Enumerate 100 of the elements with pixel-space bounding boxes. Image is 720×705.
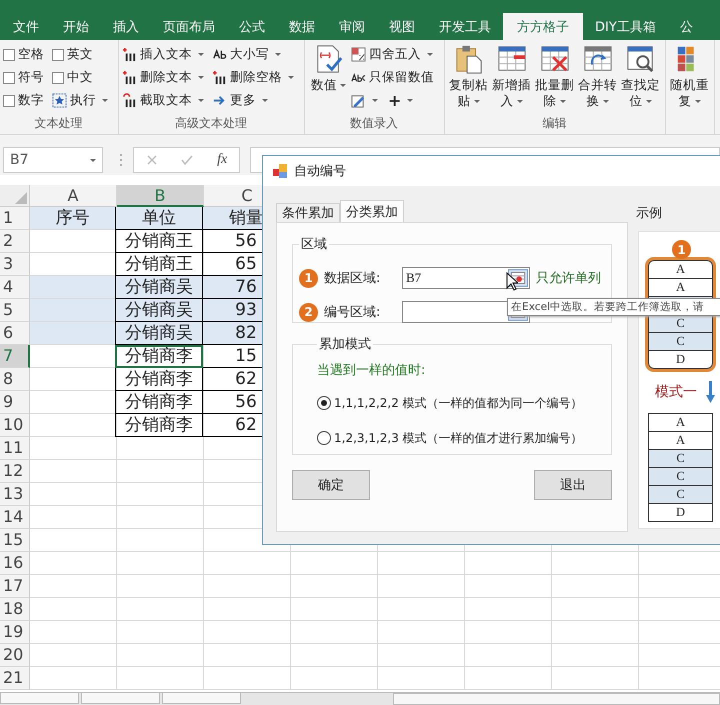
group-title: 区域: [300, 236, 328, 253]
ribbon-button[interactable]: 执行: [52, 90, 108, 111]
table-cell: 单位: [115, 207, 203, 230]
row-header[interactable]: 10: [0, 414, 30, 437]
row-header[interactable]: 9: [0, 391, 30, 414]
row-header[interactable]: 17: [0, 575, 30, 598]
table-cell: 序号: [30, 207, 116, 230]
row-header[interactable]: 11: [0, 437, 30, 460]
ribbon-tab[interactable]: 数据: [277, 13, 327, 40]
ribbon-tab[interactable]: 视图: [377, 13, 427, 40]
ribbon-button[interactable]: 只保留数值: [351, 67, 434, 88]
group-label: 数值录入: [349, 115, 399, 132]
column-header[interactable]: B: [117, 185, 204, 207]
ribbon-button[interactable]: 随机重复: [669, 42, 710, 113]
column-header[interactable]: A: [30, 185, 117, 207]
row-header[interactable]: 2: [0, 230, 30, 253]
ribbon-tab[interactable]: 审阅: [327, 13, 377, 40]
section-title: 示例: [636, 205, 663, 219]
insert-function-button[interactable]: fx: [217, 152, 228, 168]
ribbon-button[interactable]: 批量删除: [534, 42, 575, 113]
group-title: 累加模式: [318, 336, 372, 353]
prompt-text: 当遇到一样的值时:: [317, 362, 426, 379]
table-cell: 分销商吴: [115, 276, 203, 299]
radio-option[interactable]: 1,1,1,2,2,2 模式（一样的值都为同一个编号）: [317, 393, 611, 413]
ribbon-button[interactable]: 大小写: [212, 44, 294, 65]
ribbon-button[interactable]: 新增插入: [491, 42, 532, 113]
ribbon-tab[interactable]: 公式: [227, 13, 277, 40]
row-header[interactable]: 16: [0, 552, 30, 575]
group-label: 高级文本处理: [174, 115, 248, 132]
row-header[interactable]: 6: [0, 322, 30, 345]
checkbox[interactable]: 英文: [52, 46, 108, 63]
table-cell-text: D: [674, 504, 686, 521]
ribbon-button[interactable]: 删除文本: [122, 67, 204, 88]
table-cell: 分销商李: [115, 391, 203, 414]
ribbon-tab[interactable]: 公: [668, 13, 705, 40]
ribbon-button[interactable]: 合并转换: [577, 42, 618, 113]
ribbon-button[interactable]: 删除空格: [212, 67, 294, 88]
row-header[interactable]: 15: [0, 529, 30, 552]
row-header[interactable]: 3: [0, 253, 30, 276]
table-cell: 分销商李: [115, 414, 203, 437]
radio-option[interactable]: 1,2,3,1,2,3 模式（一样的值才进行累加编号）: [317, 428, 611, 448]
table-cell-text: D: [674, 351, 686, 368]
number-badge: 1: [299, 268, 318, 288]
tooltip: 在Excel中选取。若要跨工作簿选取，请: [507, 298, 720, 316]
ribbon-tab[interactable]: 插入: [101, 13, 151, 40]
row-header[interactable]: 1: [0, 207, 30, 230]
table-cell: C: [649, 315, 712, 333]
ribbon-button[interactable]: +: [388, 90, 414, 111]
name-box[interactable]: B7: [3, 147, 103, 173]
ribbon-tab[interactable]: 开始: [51, 13, 101, 40]
ribbon-button[interactable]: 查找定位: [620, 42, 661, 113]
dialog-button[interactable]: 确定: [292, 470, 370, 500]
field-label: 数据区域:: [324, 270, 382, 287]
field-label: 编号区域:: [324, 304, 382, 321]
group-label: 文本处理: [34, 115, 84, 132]
row-header[interactable]: 5: [0, 299, 30, 322]
ribbon-button[interactable]: 截取文本: [122, 90, 204, 111]
table-cell: 分销商吴: [115, 299, 203, 322]
tab[interactable]: 分类累加: [340, 200, 404, 222]
dialog-button[interactable]: 退出: [534, 470, 612, 500]
row-header[interactable]: 21: [0, 667, 30, 690]
tab[interactable]: 条件累加: [276, 203, 340, 222]
number-badge: 1: [672, 240, 691, 259]
window-title: 自动编号: [294, 163, 346, 180]
ribbon-tab[interactable]: 方方格子: [503, 13, 583, 40]
checkbox[interactable]: 中文: [52, 69, 108, 86]
ribbon-tab[interactable]: 文件: [1, 13, 51, 40]
checkbox[interactable]: 数字: [3, 92, 44, 109]
ribbon-tab[interactable]: DIY工具箱: [583, 13, 668, 40]
ribbon-tab[interactable]: 开发工具: [427, 13, 503, 40]
number-badge: 2: [299, 302, 318, 322]
ribbon-tab[interactable]: 页面布局: [151, 13, 227, 40]
row-header[interactable]: 13: [0, 483, 30, 506]
row-header[interactable]: 8: [0, 368, 30, 391]
table-cell: 分销商王: [115, 230, 203, 253]
table-cell: A: [649, 261, 712, 279]
row-header[interactable]: 12: [0, 460, 30, 483]
group-label: 编辑: [542, 115, 568, 132]
mode-label: 模式一: [655, 383, 697, 401]
checkbox[interactable]: 符号: [3, 69, 44, 86]
table-cell: C: [649, 486, 712, 504]
ribbon-button[interactable]: 复制粘贴: [448, 42, 489, 113]
table-cell: 分销商吴: [115, 322, 203, 345]
row-header[interactable]: 7: [0, 345, 30, 368]
ribbon-button[interactable]: 插入文本: [122, 44, 204, 65]
table-cell: 分销商李: [115, 368, 203, 391]
ribbon-button[interactable]: 更多: [212, 90, 294, 111]
table-cell: C: [649, 468, 712, 486]
ribbon-button[interactable]: 四舍五入: [351, 44, 434, 65]
ribbon-button[interactable]: 数值: [308, 42, 349, 113]
table-cell: C: [649, 333, 712, 351]
row-header[interactable]: 4: [0, 276, 30, 299]
row-header[interactable]: 19: [0, 621, 30, 644]
checkbox[interactable]: 空格: [3, 46, 44, 63]
hint-text: 只允许单列: [536, 270, 601, 287]
row-header[interactable]: 18: [0, 598, 30, 621]
input-field[interactable]: B7: [402, 267, 530, 289]
row-header[interactable]: 20: [0, 644, 30, 667]
row-header[interactable]: 14: [0, 506, 30, 529]
table-cell: 分销商李: [115, 345, 203, 368]
